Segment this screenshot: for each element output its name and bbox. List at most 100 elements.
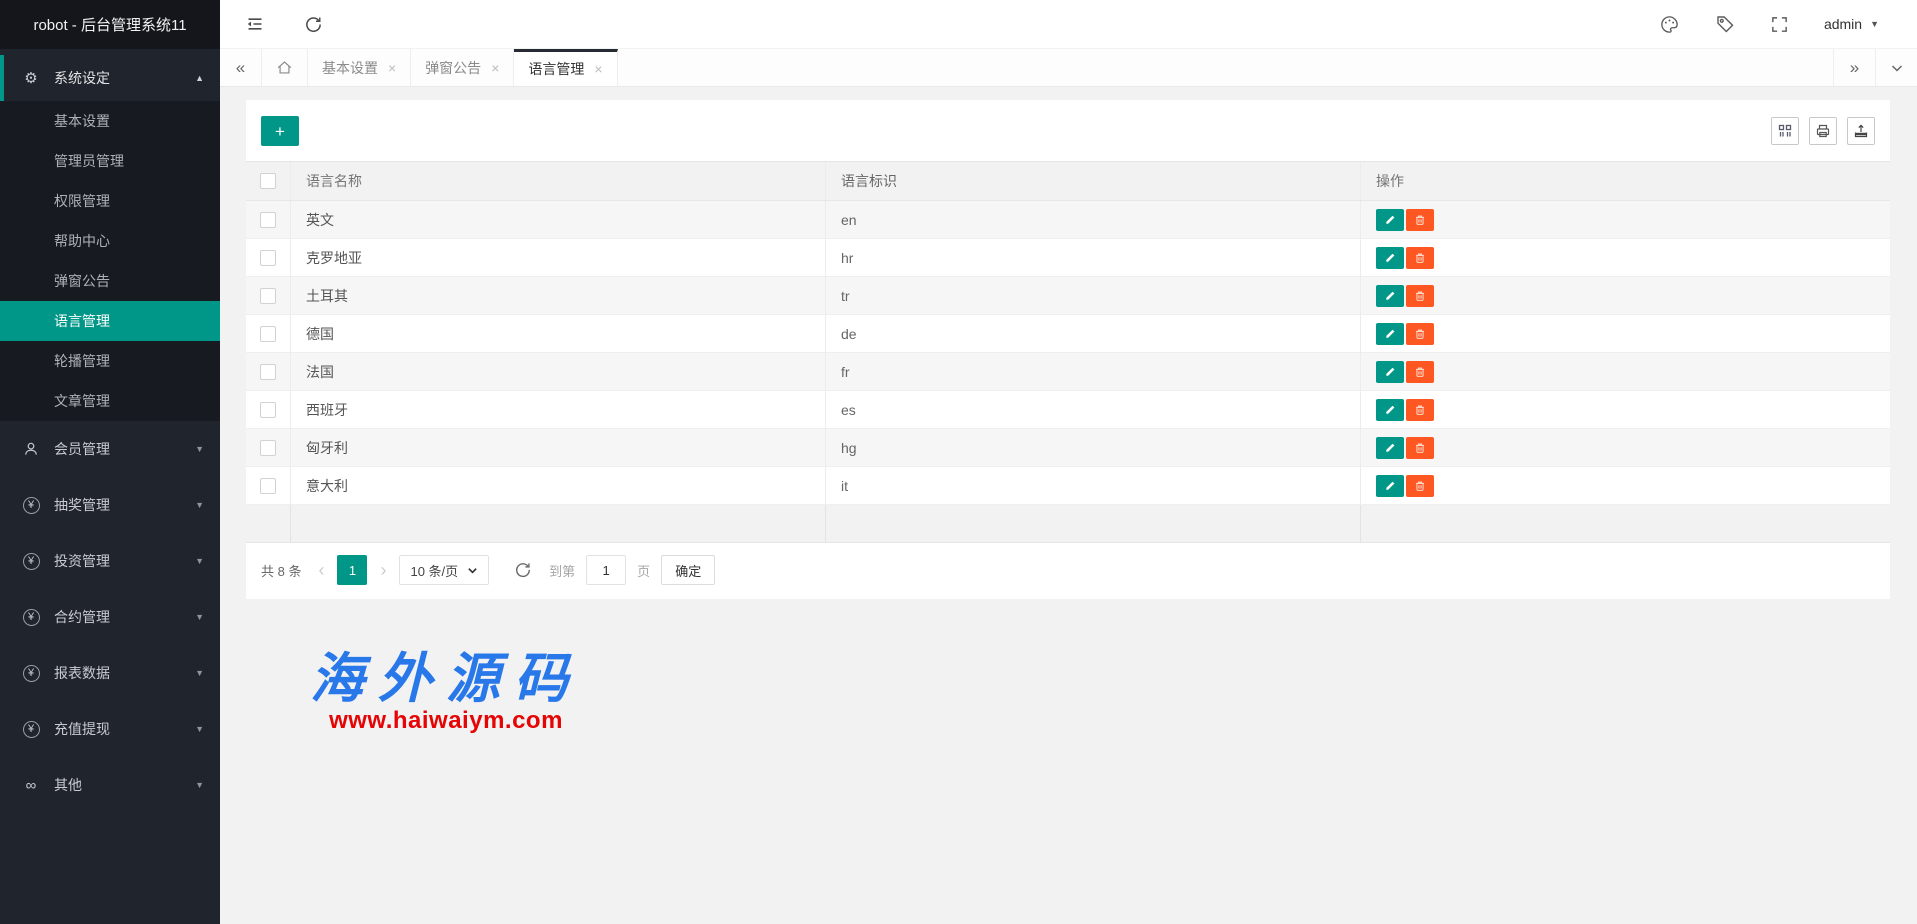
cell-language-name: 西班牙 [291, 391, 826, 428]
row-checkbox[interactable] [260, 478, 276, 494]
close-icon[interactable]: × [388, 60, 396, 76]
fullscreen-icon[interactable] [1769, 13, 1791, 35]
delete-button[interactable] [1406, 285, 1434, 307]
pencil-icon [1384, 213, 1397, 226]
sidebar-item-article-management[interactable]: 文章管理 [0, 381, 220, 421]
edit-button[interactable] [1376, 247, 1404, 269]
delete-button[interactable] [1406, 323, 1434, 345]
next-page-button[interactable]: › [378, 561, 388, 579]
cell-language-name: 意大利 [291, 467, 826, 504]
table-row: 德国 de [246, 315, 1890, 353]
delete-button[interactable] [1406, 247, 1434, 269]
tab-basic-settings[interactable]: 基本设置 × [308, 49, 411, 86]
sidebar-section-reports[interactable]: ¥ 报表数据 ▼ [0, 645, 220, 701]
prev-page-button[interactable]: ‹ [316, 561, 326, 579]
current-page-badge[interactable]: 1 [337, 555, 367, 585]
goto-confirm-button[interactable]: 确定 [661, 555, 715, 585]
sidebar-section-members[interactable]: 会员管理 ▼ [0, 421, 220, 477]
row-checkbox[interactable] [260, 212, 276, 228]
tab-language-management[interactable]: 语言管理 × [514, 49, 617, 86]
delete-button[interactable] [1406, 437, 1434, 459]
close-icon[interactable]: × [491, 60, 499, 76]
close-icon[interactable]: × [594, 61, 602, 77]
yen-icon: ¥ [20, 497, 42, 514]
row-checkbox[interactable] [260, 326, 276, 342]
goto-prefix-label: 到第 [549, 561, 575, 580]
cell-language-name: 克罗地亚 [291, 239, 826, 276]
trash-icon [1413, 479, 1427, 493]
cell-language-name: 英文 [291, 201, 826, 238]
goto-page-input[interactable] [586, 555, 626, 585]
collapse-menu-icon[interactable] [244, 13, 266, 35]
page-size-value: 10 条/页 [410, 561, 458, 580]
sidebar-item-admin-management[interactable]: 管理员管理 [0, 141, 220, 181]
sidebar-section-investment[interactable]: ¥ 投资管理 ▼ [0, 533, 220, 589]
column-header-name: 语言名称 [291, 162, 826, 200]
cell-language-name: 匈牙利 [291, 429, 826, 466]
yen-icon: ¥ [20, 553, 42, 570]
sidebar-section-contract[interactable]: ¥ 合约管理 ▼ [0, 589, 220, 645]
goto-suffix-label: 页 [637, 561, 650, 580]
home-icon [276, 59, 293, 76]
home-tab[interactable] [262, 49, 308, 86]
edit-button[interactable] [1376, 285, 1404, 307]
sidebar-item-popup-notice[interactable]: 弹窗公告 [0, 261, 220, 301]
filter-columns-button[interactable] [1771, 117, 1799, 145]
sidebar-section-deposit-withdraw[interactable]: ¥ 充值提现 ▼ [0, 701, 220, 757]
yen-icon: ¥ [20, 665, 42, 682]
edit-button[interactable] [1376, 437, 1404, 459]
refresh-icon[interactable] [302, 13, 324, 35]
sidebar-section-label: 抽奖管理 [54, 495, 195, 515]
select-all-checkbox[interactable] [260, 173, 276, 189]
row-checkbox[interactable] [260, 364, 276, 380]
chevron-down-icon: ▼ [195, 500, 204, 510]
user-menu[interactable]: admin ▼ [1824, 16, 1879, 32]
row-checkbox[interactable] [260, 250, 276, 266]
column-header-actions: 操作 [1361, 171, 1890, 191]
chevron-down-icon [1890, 61, 1904, 75]
sidebar-section-label: 充值提现 [54, 719, 195, 739]
edit-button[interactable] [1376, 361, 1404, 383]
tabs-scroll-left-button[interactable]: « [220, 49, 262, 86]
sidebar-item-language-management[interactable]: 语言管理 [0, 301, 220, 341]
delete-button[interactable] [1406, 475, 1434, 497]
sidebar-item-permission-management[interactable]: 权限管理 [0, 181, 220, 221]
refresh-table-icon[interactable] [514, 561, 532, 579]
yen-icon: ¥ [20, 609, 42, 626]
sidebar-section-system[interactable]: ⚙ 系统设定 ▲ [0, 55, 220, 101]
table-row: 土耳其 tr [246, 277, 1890, 315]
tab-popup-notice[interactable]: 弹窗公告 × [411, 49, 514, 86]
theme-palette-icon[interactable] [1659, 13, 1681, 35]
cell-language-name: 法国 [291, 353, 826, 390]
tab-label: 基本设置 [322, 58, 378, 78]
page-size-select[interactable]: 10 条/页 [399, 555, 489, 585]
edit-button[interactable] [1376, 209, 1404, 231]
sidebar-section-label: 其他 [54, 775, 195, 795]
tag-icon[interactable] [1714, 13, 1736, 35]
sidebar-section-label: 报表数据 [54, 663, 195, 683]
pencil-icon [1384, 441, 1397, 454]
edit-button[interactable] [1376, 475, 1404, 497]
sidebar-item-help-center[interactable]: 帮助中心 [0, 221, 220, 261]
delete-button[interactable] [1406, 361, 1434, 383]
edit-button[interactable] [1376, 323, 1404, 345]
print-button[interactable] [1809, 117, 1837, 145]
tabs-menu-button[interactable] [1875, 49, 1917, 86]
sidebar-item-basic-settings[interactable]: 基本设置 [0, 101, 220, 141]
add-language-button[interactable]: + [261, 116, 299, 146]
row-checkbox[interactable] [260, 440, 276, 456]
sidebar-section-lottery[interactable]: ¥ 抽奖管理 ▼ [0, 477, 220, 533]
sidebar-section-other[interactable]: ∞ 其他 ▼ [0, 757, 220, 813]
cell-language-name: 土耳其 [291, 277, 826, 314]
tabs-scroll-right-button[interactable]: » [1833, 49, 1875, 86]
row-checkbox[interactable] [260, 402, 276, 418]
export-button[interactable] [1847, 117, 1875, 145]
app-title: robot - 后台管理系统11 [0, 0, 220, 49]
delete-button[interactable] [1406, 209, 1434, 231]
chevron-down-icon [467, 565, 478, 576]
row-checkbox[interactable] [260, 288, 276, 304]
sidebar-item-carousel-management[interactable]: 轮播管理 [0, 341, 220, 381]
chevron-down-icon: ▼ [195, 668, 204, 678]
edit-button[interactable] [1376, 399, 1404, 421]
delete-button[interactable] [1406, 399, 1434, 421]
